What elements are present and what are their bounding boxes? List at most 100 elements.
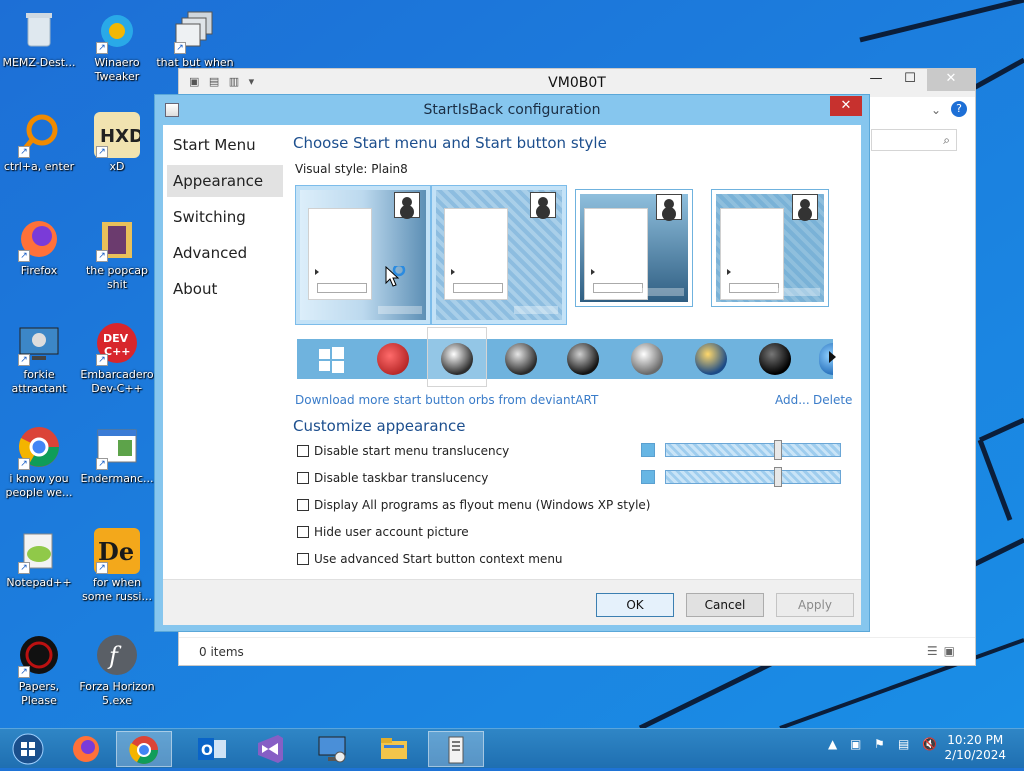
desktop-icon-memz[interactable]: MEMZ-Dest... (0, 8, 78, 70)
minimize-icon[interactable]: — (859, 69, 893, 91)
mouse-cursor-icon (385, 266, 406, 287)
taskbar-outlook[interactable]: O (184, 731, 240, 767)
shortcut-arrow-icon: ↗ (96, 42, 108, 54)
desktop-icon-chrome-shortcut[interactable]: ↗ i know you people we... (0, 424, 78, 500)
magnifier-icon: ↗ (16, 112, 62, 158)
option-disable-taskbar-translucency[interactable]: Disable taskbar translucency (297, 471, 488, 485)
window-stack-icon: ↗ (172, 8, 218, 54)
classic-orb-icon[interactable] (441, 343, 473, 375)
help-icon[interactable]: ? (951, 101, 967, 117)
style-preview-4[interactable] (711, 189, 829, 307)
desktop-icon-papers-please[interactable]: ↗ Papers, Please (0, 632, 78, 708)
black-orb-icon[interactable] (759, 343, 791, 375)
desktop-icon-winaero[interactable]: ↗ Winaero Tweaker (78, 8, 156, 84)
clock[interactable]: 10:20 PM 2/10/2024 (944, 733, 1006, 763)
taskbar-visual-studio[interactable] (242, 731, 298, 767)
show-hidden-icons[interactable]: ▲ (828, 737, 837, 751)
visual-style-label: Visual style: (295, 162, 368, 176)
option-flyout-all-programs[interactable]: Display All programs as flyout menu (Win… (297, 498, 650, 512)
nav-item-advanced[interactable]: Advanced (167, 237, 283, 269)
taskbar-opacity-slider[interactable] (665, 467, 841, 487)
desktop-icon-that-but-when[interactable]: ↗ that but when (156, 8, 234, 70)
taskbar-remote-desktop[interactable] (304, 731, 360, 767)
dialog-titlebar[interactable]: StartIsBack configuration ✕ (155, 95, 869, 125)
checkbox[interactable] (297, 445, 309, 457)
taskbar-chrome[interactable] (116, 731, 172, 767)
option-disable-start-translucency[interactable]: Disable start menu translucency (297, 444, 509, 458)
desktop-icon-endermanch[interactable]: ↗ Endermanc... (78, 424, 156, 486)
nav-item-start-menu[interactable]: Start Menu (167, 129, 283, 161)
checkbox[interactable] (297, 526, 309, 538)
vista-orb-icon[interactable] (695, 343, 727, 375)
chevron-down-icon[interactable]: ⌄ (931, 103, 941, 117)
close-icon[interactable]: ✕ (927, 69, 975, 91)
shortcut-arrow-icon: ↗ (96, 354, 108, 366)
user-avatar-icon (530, 192, 556, 218)
taskbar-startisback[interactable] (428, 731, 484, 767)
taskbar-color-swatch[interactable] (641, 470, 655, 484)
ribbon-toggle[interactable]: ⌄ ? (871, 99, 975, 123)
classic-orb-icon[interactable] (567, 343, 599, 375)
desktop-icon-firefox[interactable]: ↗ Firefox (0, 216, 78, 278)
startisback-dialog[interactable]: StartIsBack configuration ✕ Start Menu A… (154, 94, 870, 632)
style-preview-3[interactable] (575, 189, 693, 307)
delete-orb-link[interactable]: Delete (813, 393, 852, 407)
close-icon[interactable]: ✕ (830, 96, 862, 116)
view-toggle-icons[interactable]: ☰▣ (927, 644, 961, 658)
ornament-orb-icon[interactable] (377, 343, 409, 375)
svg-text:HXD: HXD (100, 126, 140, 147)
taskbar-firefox[interactable] (58, 731, 114, 767)
slider-thumb[interactable] (774, 440, 782, 460)
taskbar-file-explorer[interactable] (366, 731, 422, 767)
search-input[interactable]: ⌕ (871, 129, 957, 151)
nav-item-about[interactable]: About (167, 273, 283, 305)
slider-thumb[interactable] (774, 467, 782, 487)
desktop-icon-forza[interactable]: f Forza Horizon 5.exe (78, 632, 156, 708)
option-advanced-context-menu[interactable]: Use advanced Start button context menu (297, 552, 563, 566)
download-orbs-link[interactable]: Download more start button orbs from dev… (295, 393, 598, 407)
start-menu-opacity-slider[interactable] (665, 440, 841, 460)
settings-nav: Start Menu Appearance Switching Advanced… (163, 125, 285, 579)
appearance-panel: Choose Start menu and Start button style… (285, 125, 861, 579)
chrome-icon: ↗ (16, 424, 62, 470)
nav-item-switching[interactable]: Switching (167, 201, 283, 233)
style-preview-2[interactable] (431, 185, 567, 325)
display-icon[interactable]: ▤ (898, 737, 909, 751)
desktop-icon-popcap[interactable]: ↗ the popcap shit (78, 216, 156, 292)
start-button[interactable] (0, 731, 56, 767)
network-icon[interactable]: ▣ (850, 737, 861, 751)
option-hide-account-picture[interactable]: Hide user account picture (297, 525, 469, 539)
checkbox[interactable] (297, 553, 309, 565)
desktop-icon-xd[interactable]: HXD ↗ xD (78, 112, 156, 174)
volume-muted-icon[interactable]: 🔇 (922, 737, 937, 751)
remote-desktop-icon (318, 736, 346, 763)
start-menu-color-swatch[interactable] (641, 443, 655, 457)
ok-button[interactable]: OK (596, 593, 674, 617)
windows8-flag-icon[interactable] (315, 343, 347, 375)
desktop-icon-ctrl-a-enter[interactable]: ↗ ctrl+a, enter (0, 112, 78, 174)
start-orb-icon (12, 733, 44, 765)
monitor-gear-icon: ↗ (16, 320, 62, 366)
checkbox[interactable] (297, 499, 309, 511)
desktop-icon-notepadpp[interactable]: ↗ Notepad++ (0, 528, 78, 590)
desktop-icon-forkie[interactable]: ↗ forkie attractant (0, 320, 78, 396)
clock-date: 2/10/2024 (944, 748, 1006, 762)
checkbox[interactable] (297, 472, 309, 484)
explorer-titlebar[interactable]: ▣ ▤ ▥ ▾ VM0B0T — ☐ ✕ (179, 69, 975, 97)
desktop-icon-devcpp[interactable]: DEV C++ ↗ Embarcadero Dev-C++ (78, 320, 156, 396)
add-orb-link[interactable]: Add... (775, 393, 810, 407)
style-preview-1[interactable] (295, 185, 431, 325)
user-avatar-icon (792, 194, 818, 220)
apply-button[interactable]: Apply (776, 593, 854, 617)
classic-orb-icon[interactable] (631, 343, 663, 375)
window-screenshot-icon: ↗ (94, 424, 140, 470)
flag-icon[interactable]: ⚑ (874, 737, 885, 751)
start-orb-strip[interactable] (297, 327, 833, 387)
cancel-button[interactable]: Cancel (686, 593, 764, 617)
chevron-right-icon[interactable] (829, 351, 836, 363)
nav-item-appearance[interactable]: Appearance (167, 165, 283, 197)
maximize-icon[interactable]: ☐ (893, 69, 927, 91)
desktop-icon-for-when[interactable]: De ↗ for when some russi... (78, 528, 156, 604)
de-icon: De ↗ (94, 528, 140, 574)
classic-orb-icon[interactable] (505, 343, 537, 375)
